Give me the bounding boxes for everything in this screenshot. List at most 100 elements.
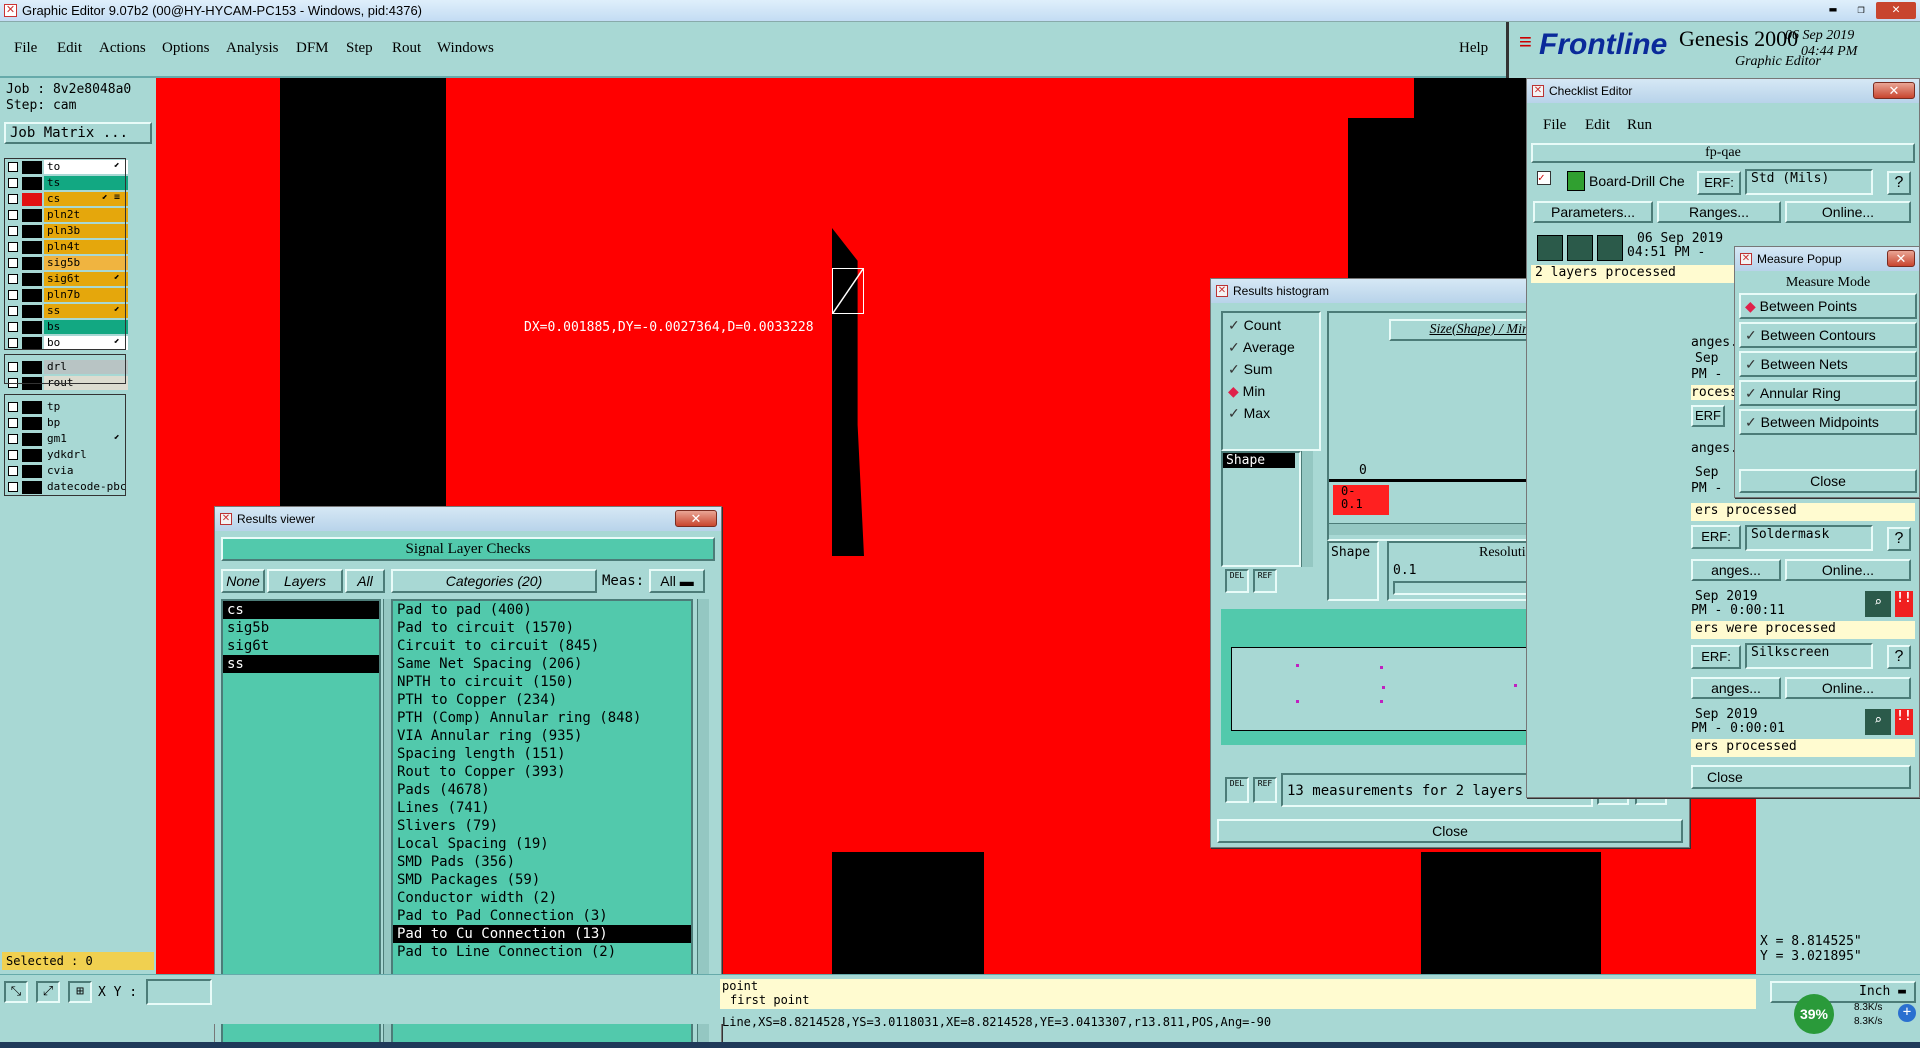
category-item[interactable]: Spacing length (151) [393,745,691,763]
layer-checkbox[interactable] [8,274,18,284]
erf-value[interactable]: Silkscreen [1745,643,1873,669]
ref-icon[interactable]: REF [1253,569,1277,593]
category-item[interactable]: Pad to circuit (1570) [393,619,691,637]
layer-checkbox[interactable] [8,162,18,172]
minimize-icon[interactable]: ▬ [1820,2,1846,19]
checklist-menu-run[interactable]: Run [1627,117,1652,134]
shape-list-scrollbar[interactable] [1301,451,1313,567]
menu-actions[interactable]: Actions [99,40,146,57]
measurement-dot[interactable] [1380,700,1383,703]
menu-rout[interactable]: Rout [392,40,421,57]
category-item[interactable]: PTH (Comp) Annular ring (848) [393,709,691,727]
layer-row-gm1[interactable]: gm1 ⬋ [6,432,128,447]
category-item[interactable]: Slivers (79) [393,817,691,835]
shape-list-item[interactable]: Shape [1223,453,1295,468]
category-item[interactable]: NPTH to circuit (150) [393,673,691,691]
shape-toggle[interactable]: Shape [1327,541,1379,601]
layer-color-swatch[interactable] [22,465,42,478]
layer-color-swatch[interactable] [22,337,42,350]
histogram-option-min[interactable]: ◆ Min [1228,383,1265,400]
measure-mode-option[interactable]: ✓ Annular Ring [1739,380,1917,406]
category-item[interactable]: Pad to pad (400) [393,601,691,619]
layer-row-pln7b[interactable]: pln7b [6,288,128,303]
layer-row-cvia[interactable]: cvia [6,464,128,479]
measurement-dot[interactable] [1514,684,1517,687]
menu-step[interactable]: Step [346,40,373,57]
menu-file[interactable]: File [14,40,37,57]
layer-checkbox[interactable] [8,450,18,460]
erf-button[interactable]: ERF [1691,405,1725,427]
help-icon[interactable]: ? [1887,171,1911,195]
layer-row-sig5b[interactable]: sig5b [6,256,128,271]
layer-checkbox[interactable] [8,362,18,372]
erf-button[interactable]: ERF: [1691,525,1741,549]
layer-checkbox[interactable] [8,194,18,204]
histogram-option-sum[interactable]: ✓ Sum [1228,361,1272,378]
category-item[interactable]: Pad to Pad Connection (3) [393,907,691,925]
category-item[interactable]: SMD Packages (59) [393,871,691,889]
histogram-option-max[interactable]: ✓ Max [1228,405,1270,422]
layer-row-drl[interactable]: drl [6,360,128,375]
layer-checkbox[interactable] [8,210,18,220]
layers-button[interactable]: Layers [267,569,343,593]
menu-help[interactable]: Help [1459,40,1488,57]
run-icon[interactable] [1567,235,1593,261]
measurement-dot[interactable] [1382,686,1385,689]
menu-dfm[interactable]: DFM [296,40,329,57]
ranges-button[interactable]: Ranges... [1657,201,1781,223]
ref-icon[interactable]: REF [1253,777,1277,803]
layer-checkbox[interactable] [8,242,18,252]
measure-mode-option[interactable]: ✓ Between Contours [1739,322,1917,348]
erf-value[interactable]: Std (Mils) [1745,169,1873,195]
layer-row-to[interactable]: to ⬋ [6,160,128,175]
checklist-menu-edit[interactable]: Edit [1585,117,1610,134]
zoom-tool-icon[interactable]: ⤢ [36,981,60,1003]
layer-color-swatch[interactable] [22,257,42,270]
measurement-dot[interactable] [1296,700,1299,703]
category-item[interactable]: SMD Pads (356) [393,853,691,871]
layer-color-swatch[interactable] [22,481,42,494]
layer-color-swatch[interactable] [22,241,42,254]
zoom-tool-icon[interactable]: ⤡ [4,981,28,1003]
layer-color-swatch[interactable] [22,449,42,462]
checklist-menu-file[interactable]: File [1543,117,1566,134]
layer-checkbox[interactable] [8,338,18,348]
checklist-close-button[interactable]: Close [1691,765,1911,789]
zoom-icon[interactable]: ⌕ [1865,591,1891,617]
layer-row-pln3b[interactable]: pln3b [6,224,128,239]
layer-checkbox[interactable] [8,418,18,428]
close-icon[interactable]: ✕ [1876,2,1916,19]
layer-color-swatch[interactable] [22,177,42,190]
add-icon[interactable]: + [1898,1004,1916,1022]
layer-row-tp[interactable]: tp [6,400,128,415]
layer-checkbox[interactable] [8,402,18,412]
layer-color-swatch[interactable] [22,377,42,390]
layer-row-sig6t[interactable]: sig6t ⬋ [6,272,128,287]
layer-color-swatch[interactable] [22,289,42,302]
layer-color-swatch[interactable] [22,361,42,374]
menu-options[interactable]: Options [162,40,210,57]
layer-result-item[interactable]: sig6t [223,637,379,655]
erf-button[interactable]: ERF: [1697,171,1741,195]
layer-color-swatch[interactable] [22,161,42,174]
layer-color-swatch[interactable] [22,401,42,414]
layer-color-swatch[interactable] [22,433,42,446]
menu-windows[interactable]: Windows [437,40,494,57]
histogram-option-average[interactable]: ✓ Average [1228,339,1295,356]
layer-checkbox[interactable] [8,434,18,444]
layer-color-swatch[interactable] [22,273,42,286]
histogram-option-count[interactable]: ✓ Count [1228,317,1281,334]
layer-color-swatch[interactable] [22,321,42,334]
meas-select[interactable]: All ▬ [649,569,705,593]
layer-row-bo[interactable]: bo ⬋ [6,336,128,351]
layer-checkbox[interactable] [8,322,18,332]
layer-row-rout[interactable]: rout [6,376,128,391]
layer-row-bs[interactable]: bs [6,320,128,335]
category-item[interactable]: Conductor width (2) [393,889,691,907]
layer-checkbox[interactable] [8,290,18,300]
run-icon[interactable] [1597,235,1623,261]
grid-tool-icon[interactable]: ⊞ [68,981,92,1003]
ranges-button[interactable]: anges... [1691,559,1781,581]
layer-checkbox[interactable] [8,482,18,492]
layer-color-swatch[interactable] [22,305,42,318]
